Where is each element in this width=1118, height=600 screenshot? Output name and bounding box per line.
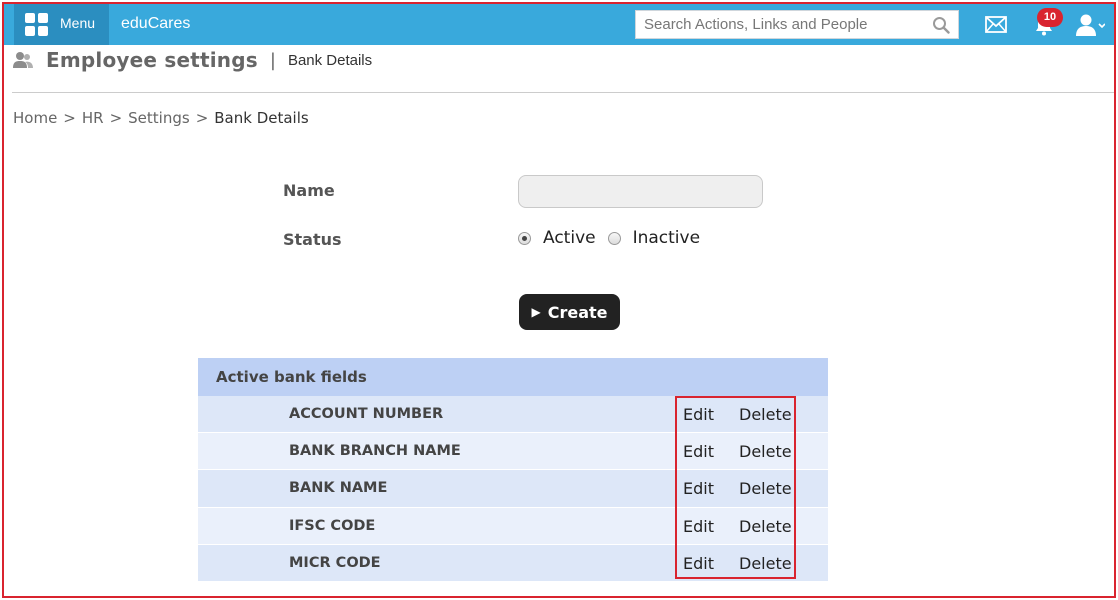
status-active-label[interactable]: Active [543,228,596,248]
page-header: Employee settings | Bank Details [12,46,372,74]
field-name: MICR CODE [289,554,381,571]
table-row: ACCOUNT NUMBER Edit Delete [198,396,828,434]
edit-link[interactable]: Edit [683,508,714,545]
status-inactive-label[interactable]: Inactive [633,228,700,248]
breadcrumb-separator: > [195,109,209,127]
status-inactive-radio[interactable] [607,231,621,245]
status-active-radio[interactable] [518,231,531,245]
breadcrumb-current: Bank Details [214,109,309,127]
delete-link[interactable]: Delete [739,545,792,582]
header-divider [12,92,1114,93]
name-label: Name [283,181,335,200]
field-name: IFSC CODE [289,517,376,534]
page-subtitle: Bank Details [287,51,373,69]
edit-link[interactable]: Edit [683,470,714,507]
breadcrumb-settings[interactable]: Settings [128,109,190,127]
table-row: BANK BRANCH NAME Edit Delete [198,433,828,471]
notification-count-badge[interactable]: 10 [1037,8,1063,27]
top-navigation-bar: Menu eduCares 10 [4,4,1114,45]
people-icon [13,52,33,68]
breadcrumb-separator: > [63,109,76,127]
delete-link[interactable]: Delete [739,396,792,433]
delete-link[interactable]: Delete [739,470,792,507]
search-input[interactable] [636,11,926,38]
grid-menu-icon [25,13,49,37]
delete-link[interactable]: Delete [739,433,792,470]
delete-link[interactable]: Delete [739,508,792,545]
mail-icon[interactable] [985,16,1007,33]
title-separator: | [269,49,276,71]
breadcrumb: Home > HR > Settings > Bank Details [13,109,309,127]
table-row: BANK NAME Edit Delete [198,470,828,508]
edit-link[interactable]: Edit [683,396,714,433]
breadcrumb-separator: > [109,109,123,127]
edit-link[interactable]: Edit [683,545,714,582]
user-profile-icon[interactable] [1075,13,1105,37]
play-arrow-icon: ▶ [531,305,541,319]
search-box [635,10,959,39]
field-name: ACCOUNT NUMBER [289,406,444,422]
search-icon[interactable] [932,16,950,34]
field-name: BANK BRANCH NAME [289,443,461,460]
breadcrumb-hr[interactable]: HR [82,109,104,127]
active-bank-fields-table: Active bank fields ACCOUNT NUMBER Edit D… [198,358,828,582]
page-title: Employee settings [46,48,258,72]
field-name: BANK NAME [289,480,388,497]
table-row: MICR CODE Edit Delete [198,544,828,582]
create-button[interactable]: ▶ Create [519,294,620,330]
table-row: IFSC CODE Edit Delete [198,507,828,545]
name-input[interactable] [518,175,763,208]
edit-link[interactable]: Edit [683,433,714,470]
menu-button[interactable]: Menu [14,4,109,45]
brand-name[interactable]: eduCares [121,15,190,33]
create-button-label: Create [547,302,608,322]
breadcrumb-home[interactable]: Home [13,109,57,127]
table-header: Active bank fields [198,358,828,396]
menu-label: Menu [60,15,96,31]
status-label: Status [283,230,342,249]
status-radio-group: Active Inactive [518,227,712,249]
